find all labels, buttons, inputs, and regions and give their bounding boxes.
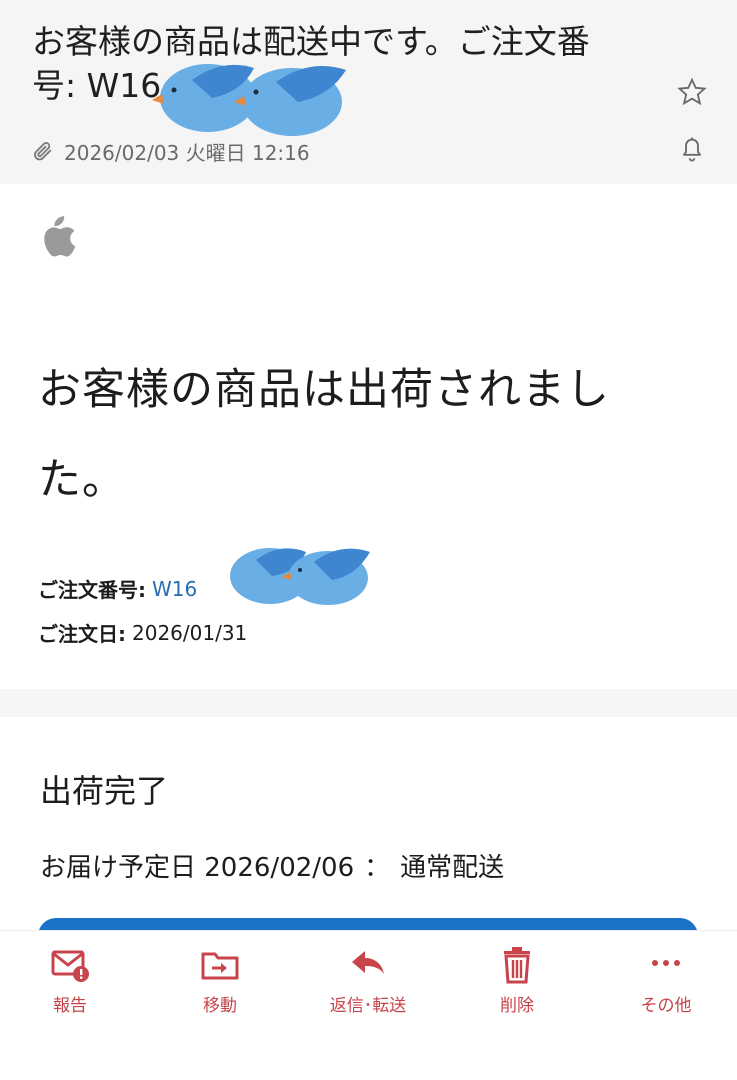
shipping-status-title: 出荷完了 — [40, 772, 169, 810]
section-divider — [0, 689, 737, 717]
paperclip-icon[interactable] — [32, 139, 54, 163]
move-label: 移動 — [203, 996, 237, 1016]
order-date-row: ご注文日: 2026/01/31 — [38, 618, 247, 647]
headline-line-2: た。 — [38, 455, 126, 505]
star-icon[interactable] — [676, 76, 708, 108]
more-label: その他 — [640, 996, 692, 1016]
delivery-method: 通常配送 — [400, 853, 505, 883]
delivery-estimate: お届け予定日 2026/02/06 ： 通常配送 — [40, 847, 504, 884]
bird-sticker — [152, 64, 346, 136]
bird-sticker — [230, 548, 370, 605]
move-button[interactable]: 移動 — [165, 945, 275, 1016]
delivery-date: お届け予定日 2026/02/06 — [40, 853, 355, 883]
headline: お客様の商品は出荷されまし た。 — [38, 345, 698, 525]
more-button[interactable]: その他 — [611, 945, 721, 1016]
reply-arrow-icon — [352, 951, 384, 974]
delivery-separator: ： — [364, 853, 391, 883]
email-meta: 2026/02/03 火曜日 12:16 — [32, 136, 310, 166]
report-button[interactable]: 報告 — [15, 945, 125, 1016]
email-datetime: 2026/02/03 火曜日 12:16 — [64, 140, 310, 165]
bottom-toolbar: 報告 移動 返信･転送 削除 その他 — [0, 930, 737, 1080]
email-header: お客様の商品は配送中です。ご注文番 号: W16 2026/02/03 火曜日 … — [0, 0, 737, 184]
order-number-link[interactable]: W16 — [152, 577, 197, 601]
mail-alert-icon — [51, 950, 89, 982]
report-label: 報告 — [53, 996, 87, 1016]
trash-icon — [504, 947, 530, 984]
order-number-label: ご注文番号: — [38, 578, 146, 602]
delete-button[interactable]: 削除 — [462, 945, 572, 1016]
delete-label: 削除 — [500, 996, 534, 1016]
folder-move-icon — [201, 952, 239, 980]
more-dots-icon — [652, 960, 680, 966]
order-date-value: 2026/01/31 — [132, 620, 248, 645]
apple-logo-icon — [44, 216, 76, 257]
order-date-label: ご注文日: — [38, 622, 126, 646]
bell-icon[interactable] — [678, 134, 706, 164]
order-number-row: ご注文番号: W16 — [38, 574, 197, 603]
headline-line-1: お客様の商品は出荷されまし — [38, 365, 610, 415]
reply-forward-button[interactable]: 返信･転送 — [313, 945, 423, 1016]
reply-forward-label: 返信･転送 — [329, 996, 407, 1016]
